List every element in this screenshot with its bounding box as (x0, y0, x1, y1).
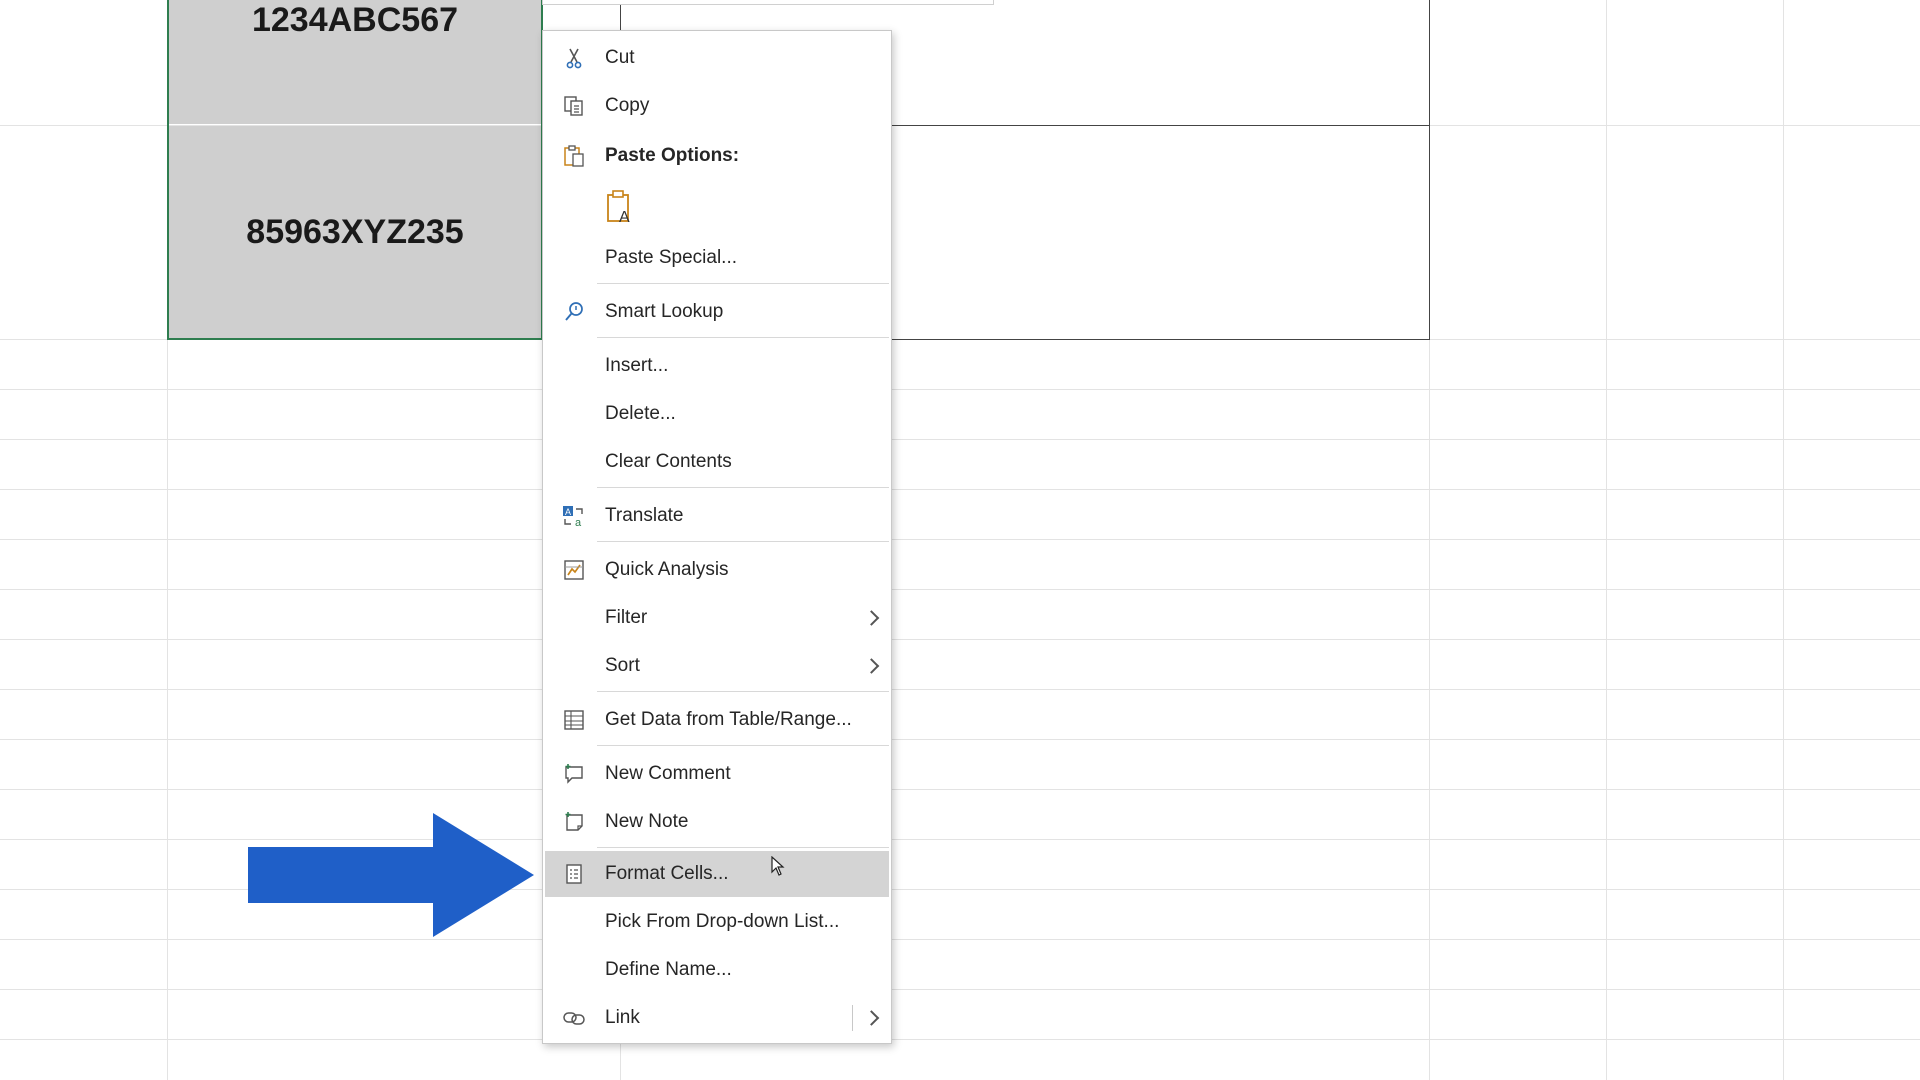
table-icon (561, 707, 587, 733)
menu-item-link[interactable]: Link (545, 995, 889, 1041)
menu-item-label: Copy (605, 95, 650, 116)
menu-item-label: Cut (605, 47, 635, 68)
svg-text:A: A (619, 209, 630, 225)
menu-item-label: New Note (605, 811, 689, 832)
menu-item-filter[interactable]: Filter (545, 595, 889, 641)
paste-icon (561, 143, 587, 169)
menu-item-label: Link (605, 1007, 640, 1028)
mouse-cursor-icon (771, 855, 785, 881)
cell-value: 85963XYZ235 (246, 212, 464, 251)
menu-item-cut[interactable]: Cut (545, 35, 889, 81)
menu-separator (597, 487, 889, 488)
chevron-right-icon (863, 610, 880, 626)
search-icon (561, 299, 587, 325)
menu-item-format-cells[interactable]: Format Cells... (545, 851, 889, 897)
cell-value: 1234ABC567 (251, 0, 459, 39)
menu-separator (597, 337, 889, 338)
menu-item-new-comment[interactable]: New Comment (545, 751, 889, 797)
menu-item-sort[interactable]: Sort (545, 643, 889, 689)
menu-item-label: Delete... (605, 403, 676, 424)
translate-icon: Aa (561, 503, 587, 529)
svg-text:a: a (575, 517, 582, 527)
menu-separator (597, 745, 889, 746)
table-border (892, 339, 1430, 340)
split-divider (852, 1005, 853, 1031)
link-icon (561, 1005, 587, 1031)
menu-item-label: Format Cells... (605, 863, 729, 884)
menu-item-insert[interactable]: Insert... (545, 343, 889, 389)
paste-option-keep-text-only[interactable]: A (597, 181, 657, 233)
chevron-right-icon (863, 658, 880, 674)
quick-analysis-icon (561, 557, 587, 583)
scissors-icon (561, 45, 587, 71)
menu-separator (597, 691, 889, 692)
menu-item-label: New Comment (605, 763, 731, 784)
menu-item-define-name[interactable]: Define Name... (545, 947, 889, 993)
annotation-arrow-icon (248, 813, 534, 942)
menu-item-get-data[interactable]: Get Data from Table/Range... (545, 697, 889, 743)
menu-item-copy[interactable]: Copy (545, 83, 889, 129)
menu-item-clear-contents[interactable]: Clear Contents (545, 439, 889, 485)
table-border (892, 125, 1430, 126)
menu-item-label: Translate (605, 505, 684, 526)
menu-item-label: Clear Contents (605, 451, 732, 472)
context-menu: Cut Copy Paste Options: A Paste Special.… (542, 30, 892, 1044)
copy-icon (561, 93, 587, 119)
menu-item-label: Define Name... (605, 959, 732, 980)
menu-item-label: Filter (605, 607, 648, 628)
table-border (1429, 0, 1430, 340)
mini-toolbar-edge (542, 0, 994, 5)
menu-item-label: Pick From Drop-down List... (605, 911, 840, 932)
note-icon (561, 809, 587, 835)
menu-separator (597, 541, 889, 542)
menu-item-translate[interactable]: Aa Translate (545, 493, 889, 539)
menu-item-label: Insert... (605, 355, 669, 376)
cell-a2[interactable]: 85963XYZ235 (169, 126, 541, 338)
format-cells-icon (561, 861, 587, 887)
menu-item-label: Get Data from Table/Range... (605, 709, 852, 730)
menu-item-quick-analysis[interactable]: Quick Analysis (545, 547, 889, 593)
menu-item-paste-special[interactable]: Paste Special... (545, 235, 889, 281)
menu-item-label: Sort (605, 655, 640, 676)
paste-options-heading: Paste Options: (545, 133, 889, 179)
cell-a1[interactable]: 1234ABC567 (169, 0, 541, 124)
paste-options-label: Paste Options: (605, 145, 740, 166)
chevron-right-icon[interactable] (863, 1010, 880, 1026)
svg-text:A: A (565, 507, 571, 517)
menu-separator (597, 847, 889, 848)
menu-item-smart-lookup[interactable]: Smart Lookup (545, 289, 889, 335)
menu-item-label: Smart Lookup (605, 301, 724, 322)
menu-item-delete[interactable]: Delete... (545, 391, 889, 437)
menu-item-label: Quick Analysis (605, 559, 729, 580)
paste-text-only-icon: A (603, 189, 637, 225)
menu-item-pick-from-list[interactable]: Pick From Drop-down List... (545, 899, 889, 945)
menu-item-label: Paste Special... (605, 247, 738, 268)
menu-item-new-note[interactable]: New Note (545, 799, 889, 845)
comment-icon (561, 761, 587, 787)
menu-separator (597, 283, 889, 284)
